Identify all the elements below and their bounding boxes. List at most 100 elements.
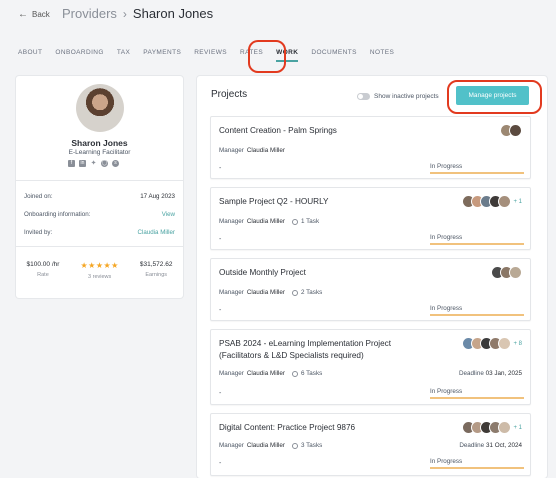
project-avatars: + 1 xyxy=(462,421,522,434)
project-title[interactable]: Digital Content: Practice Project 9876 xyxy=(219,422,355,434)
avatar xyxy=(76,84,124,132)
progress-bar xyxy=(430,243,524,245)
project-title[interactable]: Outside Monthly Project xyxy=(219,267,306,279)
back-label: Back xyxy=(32,10,50,19)
project-status: In Progress xyxy=(430,163,463,170)
invited-row: Invited by: Claudia Miller xyxy=(24,229,175,236)
social-links: f in ✦ ◯ s xyxy=(68,160,119,167)
tab-reviews[interactable]: REVIEWS xyxy=(194,49,227,56)
facebook-icon[interactable]: f xyxy=(68,160,75,167)
task-count: 1 Task xyxy=(301,218,320,225)
task-check-icon xyxy=(292,442,299,449)
project-dash: - xyxy=(219,307,222,314)
tab-about[interactable]: ABOUT xyxy=(18,49,42,56)
work-tab-highlight xyxy=(248,40,286,73)
joined-value: 17 Aug 2023 xyxy=(140,193,175,200)
tab-payments[interactable]: PAYMENTS xyxy=(143,49,181,56)
linkedin-icon[interactable]: in xyxy=(79,160,86,167)
twitter-icon[interactable]: ✦ xyxy=(90,160,97,167)
divider xyxy=(16,180,183,181)
task-check-icon xyxy=(292,289,299,296)
progress-bar xyxy=(430,467,524,469)
progress-bar xyxy=(430,172,524,174)
project-dash: - xyxy=(219,460,222,467)
more-members-count[interactable]: + 1 xyxy=(513,199,522,205)
tab-bar: ABOUT ONBOARDING TAX PAYMENTS REVIEWS RA… xyxy=(18,49,407,62)
project-deadline: Deadline 31 Oct, 2024 xyxy=(459,442,522,449)
divider xyxy=(16,246,183,247)
more-members-count[interactable]: + 1 xyxy=(513,425,522,431)
manager-name: Claudia Miller xyxy=(246,370,286,377)
task-count: 3 Tasks xyxy=(301,442,323,449)
tab-documents[interactable]: DOCUMENTS xyxy=(311,49,357,56)
deadline-date: 03 Jan, 2025 xyxy=(485,370,522,377)
project-manager: Manager Claudia Miller 1 Task xyxy=(219,218,319,225)
task-check-icon xyxy=(292,218,299,225)
manager-name: Claudia Miller xyxy=(246,289,286,296)
rate-stat: $100.00 /hr Rate xyxy=(27,261,60,280)
project-dash: - xyxy=(219,165,222,172)
project-manager: Manager Claudia Miller 6 Tasks xyxy=(219,370,322,377)
tab-onboarding[interactable]: ONBOARDING xyxy=(55,49,103,56)
manager-name: Claudia Miller xyxy=(246,147,286,154)
earnings-label: Earnings xyxy=(145,272,168,278)
project-card[interactable]: Content Creation - Palm Springs Manager … xyxy=(210,116,531,179)
avatar xyxy=(509,124,522,137)
rating-stat: ★★★★★ 3 reviews xyxy=(80,261,118,280)
show-inactive-label: Show inactive projects xyxy=(374,93,439,100)
project-dash: - xyxy=(219,236,222,243)
avatar xyxy=(509,266,522,279)
rate-label: Rate xyxy=(37,272,49,278)
project-manager: Manager Claudia Miller 2 Tasks xyxy=(219,289,322,296)
joined-label: Joined on: xyxy=(24,193,53,200)
project-card[interactable]: Digital Content: Practice Project 9876 +… xyxy=(210,413,531,476)
breadcrumb-providers[interactable]: Providers xyxy=(62,6,117,21)
project-status: In Progress xyxy=(430,234,463,241)
avatar xyxy=(498,195,512,208)
project-card[interactable]: Sample Project Q2 - HOURLY + 1 Manager C… xyxy=(210,187,531,250)
avatar xyxy=(498,421,512,434)
deadline-date: 31 Oct, 2024 xyxy=(485,442,522,449)
reviews-count[interactable]: 3 reviews xyxy=(80,274,118,280)
tab-tax[interactable]: TAX xyxy=(117,49,130,56)
project-status: In Progress xyxy=(430,305,463,312)
page-title: Sharon Jones xyxy=(132,6,214,21)
show-inactive-toggle[interactable] xyxy=(357,93,370,100)
manage-projects-highlight xyxy=(447,80,542,114)
project-card[interactable]: Outside Monthly Project Manager Claudia … xyxy=(210,258,531,321)
profile-name: Sharon Jones xyxy=(71,138,128,148)
skype-icon[interactable]: s xyxy=(112,160,119,167)
project-dash: - xyxy=(219,390,222,397)
project-card[interactable]: PSAB 2024 - eLearning Implementation Pro… xyxy=(210,329,531,405)
project-status: In Progress xyxy=(430,458,463,465)
manager-label: Manager xyxy=(219,370,244,377)
onboarding-view-link[interactable]: View xyxy=(162,211,175,218)
manager-label: Manager xyxy=(219,147,244,154)
invited-by-link[interactable]: Claudia Miller xyxy=(138,229,175,236)
manager-label: Manager xyxy=(219,289,244,296)
onboarding-label: Onboarding information: xyxy=(24,211,91,218)
more-members-count[interactable]: + 8 xyxy=(513,341,522,347)
progress-bar xyxy=(430,397,524,399)
manager-name: Claudia Miller xyxy=(246,442,286,449)
tab-notes[interactable]: NOTES xyxy=(370,49,394,56)
project-deadline: Deadline 03 Jan, 2025 xyxy=(459,370,522,377)
project-title[interactable]: Content Creation - Palm Springs xyxy=(219,125,337,137)
manager-label: Manager xyxy=(219,218,244,225)
project-avatars xyxy=(500,124,522,137)
task-check-icon xyxy=(292,370,299,377)
top-bar: ← Back Providers › Sharon Jones xyxy=(0,0,556,30)
profile-stats: $100.00 /hr Rate ★★★★★ 3 reviews $31,572… xyxy=(16,261,183,280)
arrow-left-icon: ← xyxy=(18,9,28,20)
globe-icon[interactable]: ◯ xyxy=(101,160,108,167)
project-title[interactable]: Sample Project Q2 - HOURLY xyxy=(219,196,329,208)
joined-row: Joined on: 17 Aug 2023 xyxy=(24,193,175,200)
project-avatars: + 8 xyxy=(462,337,522,350)
back-button[interactable]: ← Back xyxy=(18,9,50,20)
project-title[interactable]: PSAB 2024 - eLearning Implementation Pro… xyxy=(219,338,429,362)
earnings-value: $31,572.62 xyxy=(139,261,173,268)
deadline-label: Deadline xyxy=(458,370,484,377)
breadcrumb: Providers › Sharon Jones xyxy=(62,6,213,21)
invited-label: Invited by: xyxy=(24,229,53,236)
task-count: 6 Tasks xyxy=(301,370,323,377)
